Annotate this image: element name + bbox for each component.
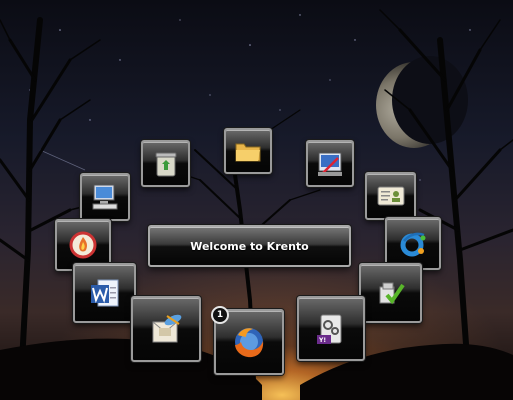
yahoo-widget-icon: Y! bbox=[313, 311, 349, 347]
dock-item-yahoo-widget[interactable]: Y! bbox=[297, 296, 365, 361]
svg-text:Y!: Y! bbox=[318, 337, 326, 344]
dock-item-recycle-bin[interactable] bbox=[141, 140, 190, 187]
welcome-banner: Welcome to Krento bbox=[148, 225, 351, 267]
checklist-icon bbox=[375, 277, 407, 309]
word-icon bbox=[88, 277, 122, 309]
firefox-icon bbox=[230, 323, 268, 361]
dock-item-contact-card[interactable] bbox=[365, 172, 416, 220]
recycle-bin-icon bbox=[153, 150, 179, 178]
firewall-icon bbox=[68, 230, 98, 260]
dock-item-word[interactable] bbox=[73, 263, 136, 323]
welcome-text: Welcome to Krento bbox=[190, 239, 309, 253]
contact-card-icon bbox=[376, 184, 406, 208]
dock-item-control-panel[interactable] bbox=[306, 140, 354, 187]
notification-badge: 1 bbox=[211, 306, 229, 324]
folder-icon bbox=[234, 139, 262, 163]
control-panel-icon bbox=[316, 150, 344, 178]
dock-item-folder[interactable] bbox=[224, 128, 272, 174]
dock-item-my-computer[interactable] bbox=[80, 173, 130, 221]
dock-item-checklist[interactable] bbox=[359, 263, 422, 323]
mail-icon bbox=[147, 310, 185, 348]
ie-dock-icon bbox=[398, 229, 428, 259]
dock-item-mail[interactable] bbox=[131, 296, 201, 362]
my-computer-icon bbox=[90, 183, 120, 211]
